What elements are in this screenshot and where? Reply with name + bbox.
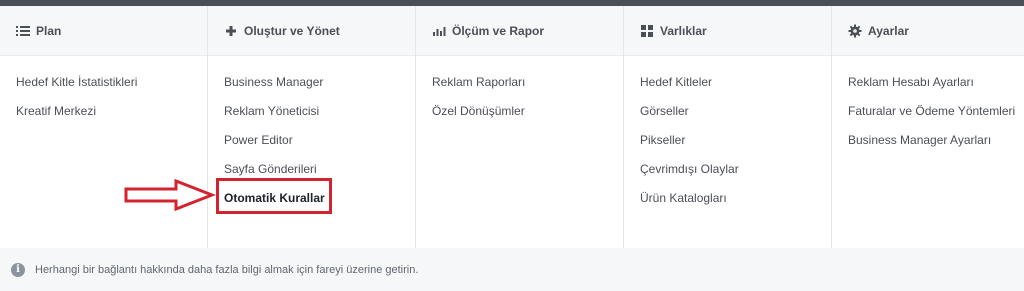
menu-item-audiences[interactable]: Hedef Kitleler	[624, 74, 831, 103]
bar-chart-icon	[432, 24, 446, 38]
menu-item-business-manager[interactable]: Business Manager	[208, 74, 415, 103]
column-header-label: Ayarlar	[868, 23, 909, 38]
column-plan: Plan Hedef Kitle İstatistikleri Kreatif …	[0, 6, 208, 248]
column-header-label: Oluştur ve Yönet	[244, 23, 340, 38]
menu-item-ad-account-settings[interactable]: Reklam Hesabı Ayarları	[832, 74, 1024, 103]
tools-menu: Plan Hedef Kitle İstatistikleri Kreatif …	[0, 6, 1024, 248]
footer-hint: i Herhangi bir bağlantı hakkında daha fa…	[0, 248, 1024, 291]
column-header-create-manage: Oluştur ve Yönet	[208, 6, 415, 56]
column-header-assets: Varlıklar	[624, 6, 831, 56]
column-header-plan: Plan	[0, 6, 207, 56]
highlight-box	[216, 178, 332, 214]
column-header-measure-report: Ölçüm ve Rapor	[416, 6, 623, 56]
gear-icon	[848, 24, 862, 38]
menu-item-offline-events[interactable]: Çevrimdışı Olaylar	[624, 161, 831, 190]
column-settings: Ayarlar Reklam Hesabı Ayarları Faturalar…	[832, 6, 1024, 248]
menu-item-custom-conversions[interactable]: Özel Dönüşümler	[416, 103, 623, 132]
column-header-label: Ölçüm ve Rapor	[452, 23, 545, 38]
menu-item-ads-reporting[interactable]: Reklam Raporları	[416, 74, 623, 103]
right-arrow-icon	[124, 179, 216, 211]
menu-item-business-manager-settings[interactable]: Business Manager Ayarları	[832, 132, 1024, 161]
plus-icon	[224, 24, 238, 38]
menu-item-ads-manager[interactable]: Reklam Yöneticisi	[208, 103, 415, 132]
menu-item-billing-payment-methods[interactable]: Faturalar ve Ödeme Yöntemleri	[832, 103, 1024, 132]
menu-item-audience-insights[interactable]: Hedef Kitle İstatistikleri	[0, 74, 207, 103]
column-header-label: Plan	[36, 23, 62, 38]
menu-item-images[interactable]: Görseller	[624, 103, 831, 132]
column-header-settings: Ayarlar	[832, 6, 1024, 56]
menu-item-pixels[interactable]: Pikseller	[624, 132, 831, 161]
footer-text: Herhangi bir bağlantı hakkında daha fazl…	[35, 263, 419, 276]
info-icon: i	[11, 262, 25, 277]
column-assets: Varlıklar Hedef Kitleler Görseller Pikse…	[624, 6, 832, 248]
list-icon	[16, 24, 30, 38]
grid-icon	[640, 24, 654, 38]
column-header-label: Varlıklar	[660, 23, 707, 38]
menu-item-power-editor[interactable]: Power Editor	[208, 132, 415, 161]
column-measure-report: Ölçüm ve Rapor Reklam Raporları Özel Dön…	[416, 6, 624, 248]
menu-item-product-catalogs[interactable]: Ürün Katalogları	[624, 190, 831, 219]
menu-item-creative-hub[interactable]: Kreatif Merkezi	[0, 103, 207, 132]
